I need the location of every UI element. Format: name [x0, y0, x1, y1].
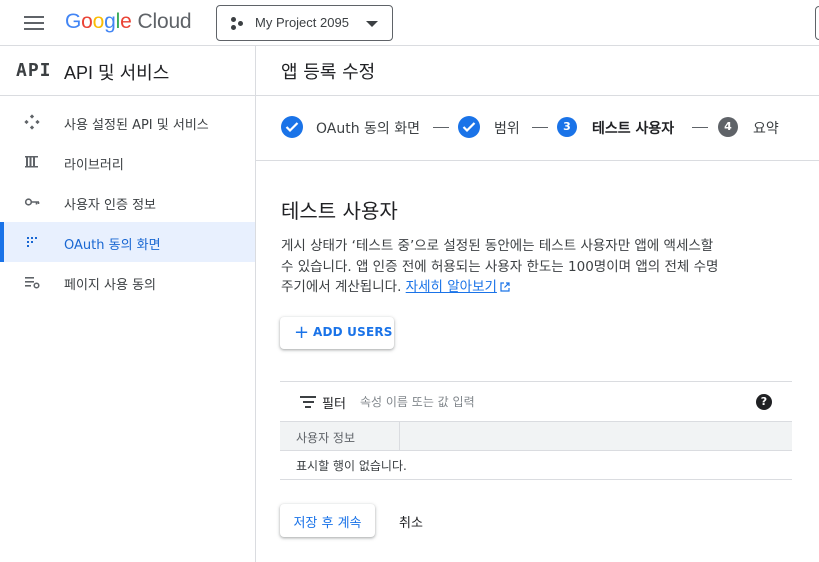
description: 게시 상태가 ‘테스트 중’으로 설정된 동안에는 테스트 사용자만 앱에 액세… [281, 236, 791, 298]
step-connector [692, 127, 708, 128]
chevron-down-icon [366, 21, 378, 27]
main-menu-icon[interactable] [22, 13, 46, 33]
plus-icon: + [294, 322, 310, 343]
step-2-check-icon [458, 116, 480, 138]
sidebar-item-label: 사용자 인증 정보 [64, 198, 156, 213]
step-1-check-icon [281, 116, 303, 138]
oauth-consent-icon [27, 237, 37, 247]
project-picker-button[interactable]: My Project 2095 [216, 5, 393, 41]
section-title: 테스트 사용자 [281, 199, 398, 223]
step-connector [532, 127, 548, 128]
empty-message: 표시할 행이 없습니다. [296, 459, 407, 473]
sidebar-item-credentials[interactable]: 사용자 인증 정보 [0, 182, 255, 222]
table-header: 사용자 정보 [280, 422, 792, 451]
logo-letter: G [65, 10, 82, 33]
filter-label: 필터 [322, 397, 346, 412]
description-line: 주기에서 계산됩니다. [281, 279, 402, 295]
add-users-button[interactable]: + ADD USERS [280, 317, 394, 349]
page-header: 앱 등록 수정 [256, 46, 819, 96]
column-header-user-info[interactable]: 사용자 정보 [296, 429, 355, 446]
key-icon [24, 198, 40, 206]
sidebar-nav: 사용 설정된 API 및 서비스 라이브러리 사용자 인증 정보 OAuth 동… [0, 96, 255, 302]
logo-letter: o [92, 10, 105, 33]
test-users-table: 필터 ? 사용자 정보 표시할 행이 없습니다. [280, 381, 792, 480]
logo-letter: g [104, 10, 116, 33]
sidebar-item-label: 사용 설정된 API 및 서비스 [64, 118, 209, 133]
learn-more-link[interactable]: 자세히 알아보기 [406, 279, 497, 295]
search-box-edge[interactable] [815, 6, 819, 40]
column-divider[interactable] [399, 422, 400, 451]
step-3-number: 3 [557, 117, 577, 137]
sidebar-item-label: OAuth 동의 화면 [64, 238, 161, 253]
page-title: 앱 등록 수정 [281, 62, 376, 83]
sidebar: API API 및 서비스 사용 설정된 API 및 서비스 라이브러리 사용자… [0, 46, 256, 562]
logo-letter: o [81, 10, 93, 33]
cancel-button[interactable]: 취소 [387, 504, 437, 537]
filter-icon[interactable] [300, 396, 316, 408]
filter-bar: 필터 ? [280, 381, 792, 422]
logo-cloud-text: Cloud [137, 10, 192, 33]
sidebar-item-oauth-consent[interactable]: OAuth 동의 화면 [0, 222, 255, 262]
enabled-apis-icon [24, 114, 40, 130]
cancel-button-label: 취소 [399, 516, 423, 531]
step-3-label: 테스트 사용자 [592, 121, 675, 137]
page-usage-icon [25, 277, 40, 289]
filter-input[interactable] [360, 388, 740, 416]
help-icon[interactable]: ? [756, 394, 772, 410]
save-and-continue-button[interactable]: 저장 후 계속 [280, 504, 375, 537]
save-button-label: 저장 후 계속 [293, 516, 362, 531]
project-icon [231, 17, 245, 31]
table-empty-row: 표시할 행이 없습니다. [280, 451, 792, 480]
sidebar-item-enabled-apis[interactable]: 사용 설정된 API 및 서비스 [0, 102, 255, 142]
sidebar-header: API API 및 서비스 [0, 46, 255, 96]
step-2-label[interactable]: 범위 [494, 118, 520, 138]
description-line: 수 있습니다. 앱 인증 전에 허용되는 사용자 한도는 100명이며 앱의 전… [281, 258, 719, 275]
api-logo: API [16, 60, 52, 81]
external-link-icon[interactable] [500, 282, 510, 292]
sidebar-item-label: 페이지 사용 동의 [64, 278, 156, 293]
library-icon [25, 156, 38, 168]
description-line: 게시 상태가 ‘테스트 중’으로 설정된 동안에는 테스트 사용자만 앱에 액세… [281, 238, 714, 254]
step-4-number: 4 [718, 117, 738, 137]
sidebar-item-library[interactable]: 라이브러리 [0, 142, 255, 182]
top-app-bar: Google Cloud My Project 2095 [0, 0, 819, 46]
project-name: My Project 2095 [255, 15, 349, 30]
main-content: 앱 등록 수정 OAuth 동의 화면 범위 3 테스트 사용자 4 요약 테스… [256, 46, 819, 562]
step-4-label: 요약 [753, 121, 779, 137]
sidebar-title: API 및 서비스 [64, 63, 170, 83]
stepper: OAuth 동의 화면 범위 3 테스트 사용자 4 요약 [256, 96, 819, 161]
google-cloud-logo[interactable]: Google Cloud [65, 10, 192, 34]
step-connector [433, 127, 449, 128]
sidebar-item-label: 라이브러리 [64, 158, 124, 173]
add-users-label: ADD USERS [313, 325, 393, 339]
step-1-label[interactable]: OAuth 동의 화면 [316, 118, 420, 138]
logo-letter: e [120, 10, 132, 33]
sidebar-item-page-usage[interactable]: 페이지 사용 동의 [0, 262, 255, 302]
